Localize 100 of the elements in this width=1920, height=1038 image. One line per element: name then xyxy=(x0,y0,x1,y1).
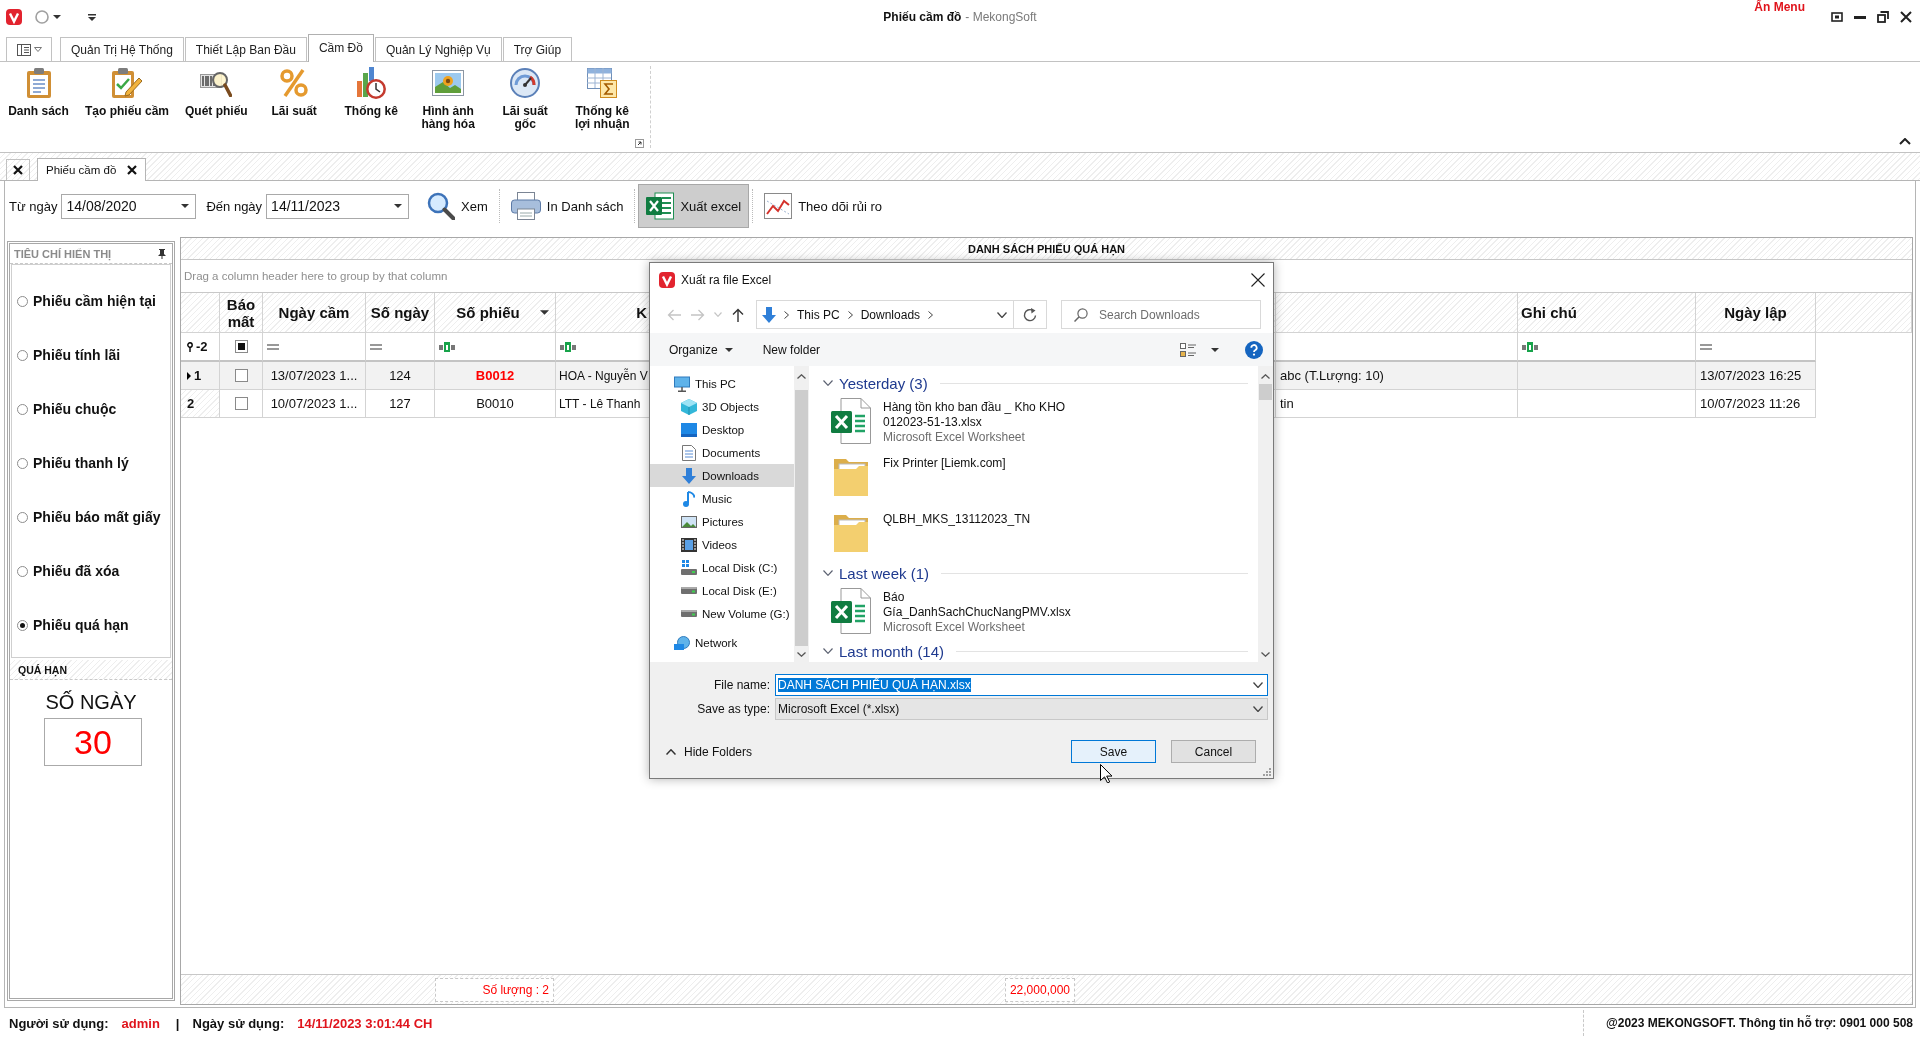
command-button[interactable]: Organize xyxy=(662,337,740,362)
ribbon-button[interactable]: Thống kê xyxy=(332,62,410,152)
caret-icon[interactable] xyxy=(53,15,61,19)
fullscreen-icon[interactable] xyxy=(1831,11,1843,23)
column-header[interactable]: Số phiếu xyxy=(435,293,556,333)
close-all-button[interactable] xyxy=(6,159,30,180)
dropdown-icon[interactable] xyxy=(1253,682,1263,688)
ribbon-tab[interactable]: Trợ Giúp xyxy=(502,37,573,61)
ribbon-button[interactable]: Tạo phiếu cầm xyxy=(77,62,178,152)
caret-icon[interactable] xyxy=(1211,347,1219,352)
option-label[interactable]: Phiếu cầm hiện tại xyxy=(33,293,156,309)
scrollbar[interactable] xyxy=(1258,366,1273,662)
radio-button[interactable] xyxy=(17,511,28,523)
ribbon-tab[interactable]: Thiết Lập Ban Đầu xyxy=(184,37,307,61)
radio-button[interactable] xyxy=(17,457,28,469)
address-bar[interactable]: This PC Downloads xyxy=(756,300,1047,329)
scrollbar-thumb[interactable] xyxy=(1259,384,1272,400)
radio-button[interactable] xyxy=(17,619,28,631)
ribbon-button[interactable]: Lãi suất xyxy=(255,62,333,152)
option-label[interactable]: Phiếu đã xóa xyxy=(33,563,120,579)
file-item[interactable]: Hàng tồn kho ban đầu _ Kho KHO 012023-51-13.xlsx Microsoft Excel Worksheet xyxy=(823,394,1248,450)
view-options-icon[interactable] xyxy=(1180,342,1196,357)
document-tab[interactable]: Phiếu cầm đồ xyxy=(37,158,147,181)
ribbon-tab[interactable]: Cầm Đồ xyxy=(307,34,374,62)
nav-item[interactable]: Music xyxy=(650,487,794,510)
nav-item[interactable]: New Volume (G:) xyxy=(650,602,794,625)
close-icon[interactable] xyxy=(127,165,138,175)
ribbon-button[interactable]: Quét phiếu xyxy=(177,62,256,152)
search-field[interactable]: Search Downloads xyxy=(1061,300,1261,329)
pin-icon[interactable] xyxy=(158,248,166,259)
resize-grip-icon[interactable] xyxy=(1262,767,1271,776)
radio-button[interactable] xyxy=(17,295,28,307)
app-menu-button[interactable] xyxy=(6,37,52,61)
radio-button[interactable] xyxy=(17,349,28,361)
up-arrow-icon[interactable] xyxy=(732,307,744,322)
scrollbar[interactable] xyxy=(794,366,809,662)
nav-item[interactable]: This PC xyxy=(650,372,794,395)
dialog-button[interactable]: Cancel xyxy=(1171,740,1256,763)
option-label[interactable]: Phiếu chuộc xyxy=(33,401,117,417)
restore-icon[interactable] xyxy=(1877,11,1889,23)
chevron-down-icon[interactable] xyxy=(823,570,833,576)
column-header[interactable]: Ngày cầm xyxy=(263,293,366,333)
close-icon[interactable] xyxy=(1900,11,1912,23)
nav-item[interactable]: Downloads xyxy=(650,464,794,487)
column-header[interactable]: Ghi chú xyxy=(1518,293,1696,333)
nav-item[interactable]: Network xyxy=(650,631,794,654)
scroll-up-icon[interactable] xyxy=(1261,374,1270,379)
ribbon-tab[interactable]: Quản Lý Nghiệp Vụ xyxy=(374,37,502,61)
nav-item[interactable]: Local Disk (E:) xyxy=(650,579,794,602)
filter-checkbox[interactable] xyxy=(234,340,248,353)
scrollbar-thumb[interactable] xyxy=(795,390,808,646)
option-label[interactable]: Phiếu thanh lý xyxy=(33,455,129,471)
ribbon-button[interactable]: Lãi suất gốc xyxy=(486,62,564,152)
column-header[interactable]: Báo mất xyxy=(220,293,263,333)
nav-item[interactable]: Videos xyxy=(650,533,794,556)
dialog-launcher-icon[interactable] xyxy=(634,139,644,148)
close-icon[interactable] xyxy=(1251,272,1265,287)
hide-menu-link[interactable]: Ẩn Menu xyxy=(1754,0,1805,14)
option-label[interactable]: Phiếu tính lãi xyxy=(33,347,121,363)
file-item[interactable]: Fix Printer [Liemk.com] xyxy=(823,450,1248,506)
nav-item[interactable]: Local Disk (C:) xyxy=(650,556,794,579)
option-label[interactable]: Phiếu quá hạn xyxy=(33,617,129,633)
help-icon[interactable] xyxy=(1245,340,1263,359)
file-item[interactable]: Báo Gía_DanhSachChucNangPMV.xlsx Microsoft Excel Worksheet xyxy=(823,584,1248,640)
nav-item[interactable]: 3D Objects xyxy=(650,395,794,418)
file-item[interactable]: QLBH_MKS_13112023_TN xyxy=(823,506,1248,562)
ribbon-button[interactable]: Danh sách xyxy=(0,62,77,152)
column-header[interactable]: Số ngày xyxy=(366,293,435,333)
radio-button[interactable] xyxy=(17,403,28,415)
date-field[interactable]: 14/08/2020 xyxy=(61,193,197,219)
days-field[interactable]: 30 xyxy=(44,718,142,766)
toolbar-button[interactable]: In Danh sách xyxy=(502,184,632,228)
minimize-icon[interactable] xyxy=(1854,15,1866,19)
radio-button[interactable] xyxy=(17,565,28,577)
scroll-down-icon[interactable] xyxy=(797,652,806,657)
scroll-up-icon[interactable] xyxy=(797,374,806,379)
collapse-ribbon-icon[interactable] xyxy=(1899,138,1911,145)
toolbar-button[interactable]: Xem xyxy=(419,184,496,228)
dialog-button[interactable]: Save xyxy=(1071,740,1156,763)
command-button[interactable]: New folder xyxy=(755,337,828,362)
group-header[interactable]: Last month (14) xyxy=(839,642,945,660)
file-type-dropdown[interactable]: Microsoft Excel (*.xlsx) xyxy=(775,698,1268,720)
row-header[interactable]: 1 xyxy=(181,362,220,390)
ribbon-button[interactable]: Hình ảnh hàng hóa xyxy=(409,62,487,152)
customize-caret-icon[interactable] xyxy=(88,13,96,21)
checkbox[interactable] xyxy=(234,369,248,382)
nav-item[interactable]: Desktop xyxy=(650,418,794,441)
nav-item[interactable]: Documents xyxy=(650,441,794,464)
option-label[interactable]: Phiếu báo mất giấy xyxy=(33,509,161,525)
toolbar-button[interactable]: Theo dõi rủi ro xyxy=(756,184,890,228)
nav-item[interactable]: Pictures xyxy=(650,510,794,533)
column-header[interactable]: Ngày lập xyxy=(1696,293,1816,333)
app-logo-icon[interactable] xyxy=(6,9,22,25)
chevron-down-icon[interactable] xyxy=(823,648,833,654)
file-name-field[interactable]: DANH SÁCH PHIẾU QUÁ HẠN.xlsx xyxy=(775,674,1268,696)
ribbon-button[interactable]: Thống kê lợi nhuận xyxy=(563,62,641,152)
checkbox[interactable] xyxy=(234,397,248,410)
ribbon-tab[interactable]: Quản Trị Hệ Thống xyxy=(60,37,184,61)
date-field[interactable]: 14/11/2023 xyxy=(266,193,410,219)
toolbar-button[interactable]: Xuất excel xyxy=(638,184,750,228)
